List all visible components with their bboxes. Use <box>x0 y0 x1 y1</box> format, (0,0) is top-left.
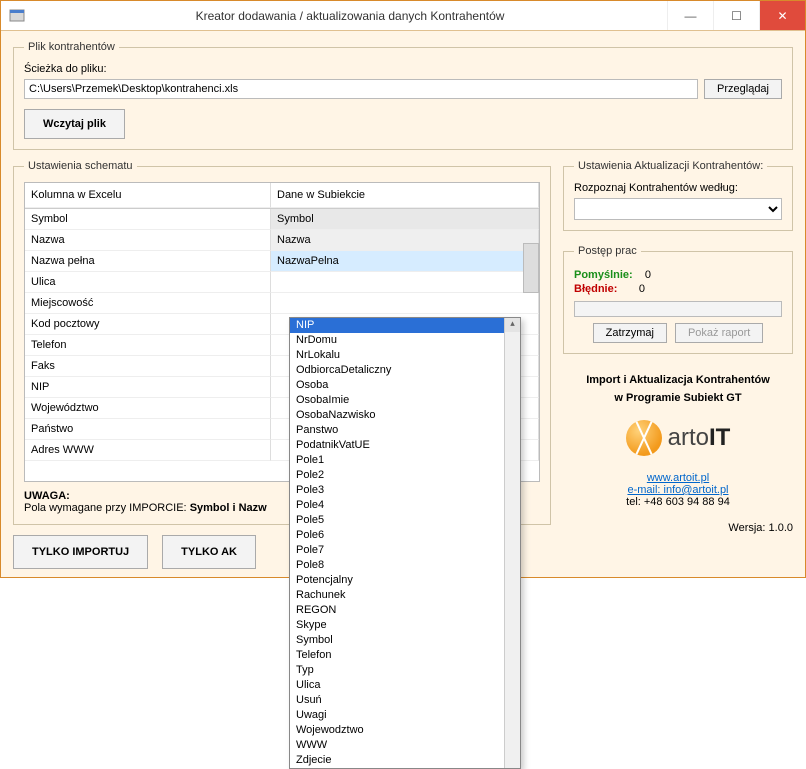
dropdown-option[interactable]: WWW <box>290 738 520 753</box>
dropdown-option[interactable]: NrLokalu <box>290 348 520 363</box>
dropdown-option[interactable]: Skype <box>290 618 520 633</box>
dropdown-option[interactable]: Osoba <box>290 378 520 393</box>
dropdown-option[interactable]: Pole2 <box>290 468 520 483</box>
update-settings-legend: Ustawienia Aktualizacji Kontrahentów: <box>574 160 767 172</box>
titlebar: Kreator dodawania / aktualizowania danyc… <box>1 1 805 31</box>
dropdown-option[interactable]: NIP <box>290 318 520 333</box>
grid-cell[interactable] <box>271 272 539 293</box>
info-line2: w Programie Subiekt GT <box>563 392 793 404</box>
grid-cell[interactable]: NIP <box>25 377 271 398</box>
dropdown-option[interactable]: Uwagi <box>290 708 520 723</box>
schema-legend: Ustawienia schematu <box>24 160 137 172</box>
dropdown-option[interactable]: REGON <box>290 603 520 618</box>
grid-cell[interactable]: Adres WWW <box>25 440 271 461</box>
grid-cell[interactable]: Nazwa <box>271 230 539 251</box>
progress-groupbox: Postęp prac Pomyślnie: 0 Błędnie: 0 Zatr… <box>563 245 793 354</box>
import-only-button[interactable]: TYLKO IMPORTUJ <box>13 535 148 569</box>
recognize-label: Rozpoznaj Kontrahentów według: <box>574 182 782 194</box>
dropdown-option[interactable]: Typ <box>290 663 520 678</box>
info-panel: Import i Aktualizacja Kontrahentów w Pro… <box>563 368 793 508</box>
grid-scrollbar[interactable] <box>523 243 539 293</box>
grid-cell[interactable] <box>271 293 539 314</box>
dropdown-option[interactable]: Pole6 <box>290 528 520 543</box>
grid-cell[interactable]: Nazwa pełna <box>25 251 271 272</box>
load-file-button[interactable]: Wczytaj plik <box>24 109 125 139</box>
error-label: Błędnie: <box>574 283 617 295</box>
dropdown-option[interactable]: Potencjalny <box>290 573 520 588</box>
dropdown-option[interactable]: Pole8 <box>290 558 520 573</box>
grid-header-excel: Kolumna w Excelu <box>25 183 271 208</box>
grid-cell[interactable]: Telefon <box>25 335 271 356</box>
grid-cell[interactable]: Symbol <box>25 209 271 230</box>
dropdown-option[interactable]: Pole7 <box>290 543 520 558</box>
dropdown-option[interactable]: Pole5 <box>290 513 520 528</box>
dropdown-option[interactable]: Pole3 <box>290 483 520 498</box>
dropdown-option[interactable]: Symbol <box>290 633 520 648</box>
subiekt-field-dropdown[interactable]: ▴ NIPNrDomuNrLokaluOdbiorcaDetalicznyOso… <box>289 317 521 769</box>
browse-button[interactable]: Przeglądaj <box>704 79 782 99</box>
progress-bar <box>574 301 782 317</box>
dropdown-option[interactable]: OsobaNazwisko <box>290 408 520 423</box>
close-button[interactable]: ✕ <box>759 1 805 30</box>
dropdown-option[interactable]: OsobaImie <box>290 393 520 408</box>
logo: artoIT <box>563 420 793 456</box>
success-label: Pomyślnie: <box>574 269 633 281</box>
dropdown-option[interactable]: Telefon <box>290 648 520 663</box>
minimize-button[interactable]: — <box>667 1 713 30</box>
tel-text: tel: +48 603 94 88 94 <box>563 496 793 508</box>
warning-text: Pola wymagane przy IMPORCIE: <box>24 502 187 514</box>
scroll-up-icon[interactable]: ▴ <box>505 318 520 332</box>
dropdown-option[interactable]: Rachunek <box>290 588 520 603</box>
dropdown-option[interactable]: PodatnikVatUE <box>290 438 520 453</box>
site-link[interactable]: www.artoit.pl <box>647 472 709 484</box>
error-value: 0 <box>639 283 645 295</box>
update-only-button[interactable]: TYLKO AK <box>162 535 256 569</box>
app-icon <box>9 8 25 24</box>
dropdown-option[interactable]: OdbiorcaDetaliczny <box>290 363 520 378</box>
maximize-button[interactable]: ☐ <box>713 1 759 30</box>
show-report-button[interactable]: Pokaż raport <box>675 323 763 343</box>
window-title: Kreator dodawania / aktualizowania danyc… <box>33 9 667 23</box>
grid-cell[interactable]: Nazwa <box>25 230 271 251</box>
stop-button[interactable]: Zatrzymaj <box>593 323 667 343</box>
dropdown-scrollbar[interactable]: ▴ <box>504 318 520 768</box>
grid-cell[interactable]: Symbol <box>271 209 539 230</box>
dropdown-option[interactable]: NrDomu <box>290 333 520 348</box>
dropdown-option[interactable]: Zdjecie <box>290 753 520 768</box>
app-window: Kreator dodawania / aktualizowania danyc… <box>0 0 806 578</box>
path-label: Ścieżka do pliku: <box>24 63 782 75</box>
grid-cell[interactable]: Faks <box>25 356 271 377</box>
dropdown-option[interactable]: Panstwo <box>290 423 520 438</box>
version-label: Wersja: 1.0.0 <box>563 522 793 534</box>
info-line1: Import i Aktualizacja Kontrahentów <box>563 374 793 386</box>
grid-cell[interactable]: Ulica <box>25 272 271 293</box>
grid-cell[interactable]: Miejscowość <box>25 293 271 314</box>
grid-cell[interactable]: Województwo <box>25 398 271 419</box>
dropdown-option[interactable]: Pole1 <box>290 453 520 468</box>
grid-cell[interactable]: Państwo <box>25 419 271 440</box>
grid-cell[interactable]: Kod pocztowy <box>25 314 271 335</box>
success-value: 0 <box>645 269 651 281</box>
recognize-combo[interactable] <box>574 198 782 220</box>
path-input[interactable] <box>24 79 698 99</box>
progress-legend: Postęp prac <box>574 245 641 257</box>
dropdown-option[interactable]: Pole4 <box>290 498 520 513</box>
file-groupbox: Plik kontrahentów Ścieżka do pliku: Prze… <box>13 41 793 150</box>
grid-header-subiekt: Dane w Subiekcie <box>271 183 539 208</box>
mail-link[interactable]: e-mail: info@artoit.pl <box>627 484 728 496</box>
file-group-legend: Plik kontrahentów <box>24 41 119 53</box>
dropdown-option[interactable]: Usuń <box>290 693 520 708</box>
logo-icon <box>626 420 662 456</box>
warning-title: UWAGA: <box>24 490 70 502</box>
update-settings-groupbox: Ustawienia Aktualizacji Kontrahentów: Ro… <box>563 160 793 231</box>
dropdown-option[interactable]: Wojewodztwo <box>290 723 520 738</box>
grid-cell-dropdown[interactable]: NazwaPelna <box>271 251 539 272</box>
warning-fields: Symbol i Nazw <box>190 502 267 514</box>
